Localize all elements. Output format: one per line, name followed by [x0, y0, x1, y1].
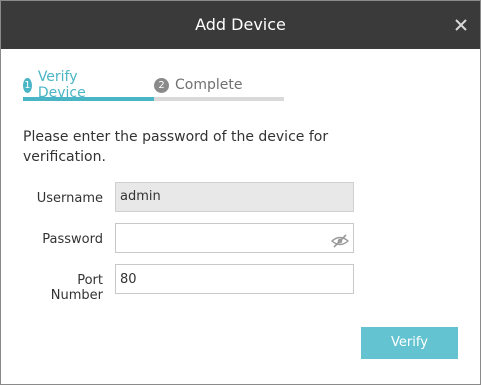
step-progress-fill: [23, 97, 154, 101]
instruction-text: Please enter the password of the device …: [23, 129, 329, 165]
step-number: 2: [154, 77, 169, 93]
step-label: Complete: [175, 77, 243, 93]
port-number-field[interactable]: [115, 264, 354, 294]
dialog-title: Add Device: [195, 15, 286, 34]
close-icon[interactable]: [449, 13, 473, 37]
username-field: admin: [115, 182, 354, 212]
password-label: Password: [42, 232, 103, 247]
dialog-titlebar: Add Device: [1, 1, 480, 49]
step-complete: 2 Complete: [154, 75, 242, 95]
eye-hidden-icon[interactable]: [331, 234, 349, 248]
port-number-label: Port Number: [50, 273, 103, 303]
add-device-dialog: Add Device 1 Verify Device 2 Complete Pl…: [0, 0, 481, 385]
username-label: Username: [36, 191, 103, 206]
step-verify-device: 1 Verify Device: [23, 69, 92, 101]
step-number: 1: [23, 77, 32, 93]
step-progress-bar: [23, 97, 284, 101]
password-field[interactable]: [115, 223, 354, 253]
verify-button[interactable]: Verify: [361, 327, 458, 359]
